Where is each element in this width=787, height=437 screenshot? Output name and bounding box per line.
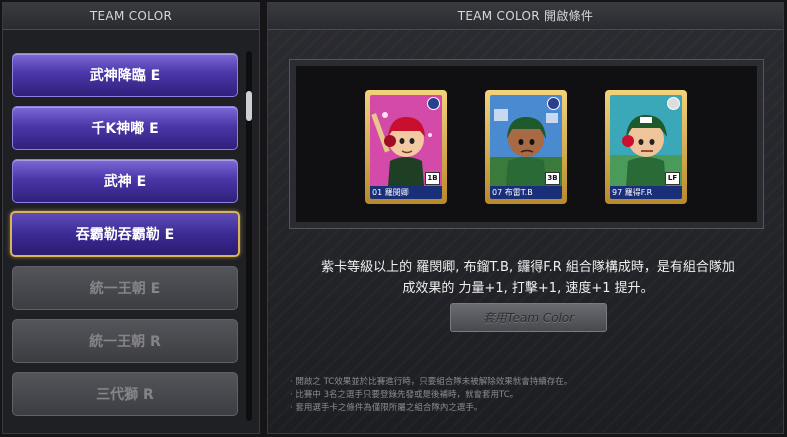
note-3: · 套用選手卡之條件為僅限所屬之組合隊內之選手。: [290, 403, 483, 413]
condition-line-1: 紫卡等級以上的 羅閔卿, 布鎦T.B, 鑼得F.R 組合隊構成時，是有組合隊加: [321, 260, 735, 275]
list-scrollbar-thumb[interactable]: [246, 91, 252, 121]
player-1-name: 01 羅閔卿: [370, 186, 442, 199]
player-card-3[interactable]: LF 97 羅得F.R: [605, 90, 687, 204]
team-option-1[interactable]: 武神降臨 E: [12, 53, 238, 97]
condition-line-2: 成效果的 力量+1, 打擊+1, 速度+1 提升。: [402, 281, 654, 296]
note-1: · 開啟之 TC效果並於比賽進行時，只要組合隊未被解除效果就會持續存在。: [290, 377, 573, 387]
player-card-2[interactable]: 3B 07 布雷T.B: [485, 90, 567, 204]
player-3-name: 97 羅得F.R: [610, 186, 682, 199]
team-option-7-locked[interactable]: 三代獅 R: [12, 372, 238, 416]
team-option-5-locked[interactable]: 統一王朝 E: [12, 266, 238, 310]
condition-panel-header: TEAM COLOR 開啟條件: [268, 3, 783, 30]
player-2-grade-badge-icon: [547, 97, 560, 110]
team-color-list: 武神降臨 E 千K神嘟 E 武神 E 吞霸勒吞霸勒 E 統一王朝 E 統一王朝 …: [3, 30, 259, 433]
player-card-1[interactable]: 1B 01 羅閔卿: [365, 90, 447, 204]
list-scrollbar[interactable]: [246, 51, 252, 421]
player-1-position: 1B: [425, 172, 440, 185]
team-color-condition-text: 紫卡等級以上的 羅閔卿, 布鎦T.B, 鑼得F.R 組合隊構成時，是有組合隊加 …: [298, 257, 758, 299]
player-card-frame: 1B 01 羅閔卿 3B 07 布雷T.B LF 97 羅得F.R: [289, 59, 764, 229]
player-1-grade-badge-icon: [427, 97, 440, 110]
player-card-3-inner: LF 97 羅得F.R: [610, 95, 682, 199]
team-option-4-selected[interactable]: 吞霸勒吞霸勒 E: [10, 211, 240, 257]
player-2-name: 07 布雷T.B: [490, 186, 562, 199]
player-2-position: 3B: [545, 172, 560, 185]
player-3-grade-badge-icon: [667, 97, 680, 110]
team-option-3[interactable]: 武神 E: [12, 159, 238, 203]
team-color-notes: · 開啟之 TC效果並於比賽進行時，只要組合隊未被解除效果就會持續存在。 · 比…: [290, 376, 770, 415]
condition-panel-body: 1B 01 羅閔卿 3B 07 布雷T.B LF 97 羅得F.R 紫卡等級以上…: [268, 30, 783, 433]
team-color-condition-panel: TEAM COLOR 開啟條件 1B 01 羅閔卿 3B 07 布雷T.B LF…: [267, 2, 784, 434]
team-color-list-header: TEAM COLOR: [3, 3, 259, 30]
team-color-list-panel: TEAM COLOR 武神降臨 E 千K神嘟 E 武神 E 吞霸勒吞霸勒 E 統…: [2, 2, 260, 434]
note-2: · 比賽中 3名之選手只要登錄先發或是後補時，就會套用TC。: [290, 390, 519, 400]
team-option-2[interactable]: 千K神嘟 E: [12, 106, 238, 150]
player-3-position: LF: [665, 172, 680, 185]
player-card-2-inner: 3B 07 布雷T.B: [490, 95, 562, 199]
player-card-1-inner: 1B 01 羅閔卿: [370, 95, 442, 199]
apply-team-color-button[interactable]: 套用Team Color: [450, 303, 607, 332]
team-option-6-locked[interactable]: 統一王朝 R: [12, 319, 238, 363]
